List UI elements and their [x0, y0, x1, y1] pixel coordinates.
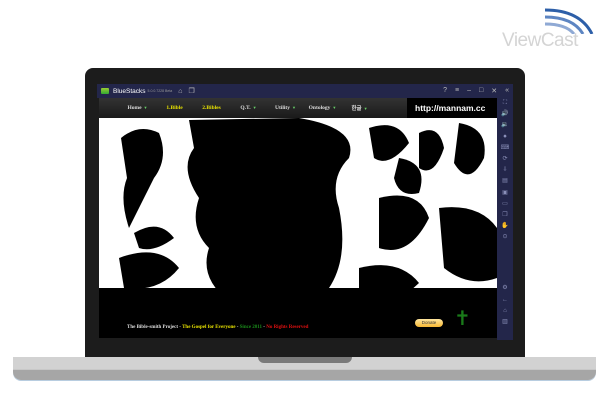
footer-segment: Since 2011 [239, 325, 263, 330]
nav-item[interactable]: Home ▼ [119, 105, 156, 111]
window-version: 5.0.0.7228 Beta [147, 89, 173, 93]
chevron-down-icon: ▼ [363, 106, 368, 111]
back-icon[interactable]: ← [502, 295, 508, 306]
footer-segment: The Bible-smith Project [127, 325, 179, 330]
chevron-down-icon: ▼ [332, 105, 337, 110]
multi-instance-icon[interactable]: ❐ [188, 87, 194, 95]
nav-item-label: Ontology [308, 105, 331, 111]
nav-item[interactable]: 1.Bible [156, 105, 193, 111]
logo-text: ViewCast [502, 30, 578, 51]
multi-instance-icon[interactable]: ❐ [502, 210, 507, 221]
laptop-notch [258, 357, 352, 363]
site-url[interactable]: http://mannam.cc [407, 98, 497, 118]
nav-item[interactable]: Utility ▼ [267, 105, 304, 111]
volume-down-icon[interactable]: 🔉 [501, 120, 508, 131]
nav-item[interactable]: Q.T. ▼ [230, 105, 267, 111]
rotate-icon[interactable]: ⟳ [502, 154, 507, 165]
footer-segment: The Gospel for Everyone [182, 325, 236, 330]
nav-item-label: Home [127, 105, 142, 111]
bluestacks-sidebar: ⛶ 🔊 🔉 ⏺ ⌨ ⟳ ⇩ ▤ ▣ ▭ ❐ ✋ ⊙ ⚙ ← ⌂ ▥ [497, 98, 513, 340]
help-icon[interactable]: ? [443, 87, 447, 95]
folder-icon[interactable]: ▭ [502, 199, 508, 210]
collapse-icon[interactable]: « [505, 87, 509, 95]
site-nav: Home ▼ 1.Bible 2.Bibles Q.T. ▼ Utility ▼ Ontolog… [99, 98, 497, 118]
window-title: BlueStacks [113, 87, 146, 95]
bluestacks-logo-icon [101, 88, 109, 94]
menu-icon[interactable]: ≡ [455, 87, 459, 95]
maximize-icon[interactable]: □ [479, 87, 483, 95]
page-image [99, 118, 497, 301]
location-icon[interactable]: ⊙ [502, 232, 507, 243]
nav-item-label: Utility [275, 105, 290, 111]
chevron-down-icon: ▼ [252, 105, 257, 110]
site-footer: The Bible-smith Project - The Gospel for… [99, 301, 497, 338]
nav-item-label: 1.Bible [166, 105, 183, 111]
nav-item[interactable]: 2.Bibles [193, 105, 230, 111]
footer-segment: No Rights Reserved [266, 325, 309, 330]
nav-item[interactable]: Ontology ▼ [304, 105, 341, 111]
nav-item-label: 2.Bibles [202, 105, 221, 111]
recent-apps-icon[interactable]: ▥ [502, 317, 508, 328]
chevron-down-icon: ▼ [292, 105, 296, 110]
viewcast-logo: ViewCast [500, 4, 600, 56]
minimize-icon[interactable]: – [467, 87, 471, 95]
shake-icon[interactable]: ✋ [501, 221, 508, 232]
home-icon[interactable]: ⌂ [178, 88, 182, 95]
donate-button[interactable]: Donate [415, 319, 443, 327]
blob-image [99, 118, 497, 301]
macro-icon[interactable]: ▤ [502, 176, 508, 187]
volume-up-icon[interactable]: 🔊 [501, 109, 508, 120]
screenshot-icon[interactable]: ▣ [502, 188, 508, 199]
fullscreen-icon[interactable]: ⛶ [503, 98, 507, 109]
nav-item[interactable]: 한글 ▼ [341, 104, 378, 112]
home-icon[interactable]: ⌂ [503, 306, 507, 317]
nav-item-label: Q.T. [240, 105, 251, 111]
keyboard-icon[interactable]: ⌨ [501, 143, 510, 154]
footer-credits: The Bible-smith Project - The Gospel for… [127, 325, 308, 330]
bluestacks-titlebar: BlueStacks 5.0.0.7228 Beta ⌂ ❐ ? ≡ – □ ✕… [97, 84, 513, 98]
settings-icon[interactable]: ⚙ [502, 283, 507, 294]
cross-icon: ✝ [454, 308, 471, 330]
install-apk-icon[interactable]: ⇩ [502, 165, 507, 176]
nav-item-label: 한글 [351, 106, 362, 112]
screen-record-icon[interactable]: ⏺ [503, 132, 506, 143]
chevron-down-icon: ▼ [143, 105, 148, 110]
close-icon[interactable]: ✕ [491, 87, 497, 95]
